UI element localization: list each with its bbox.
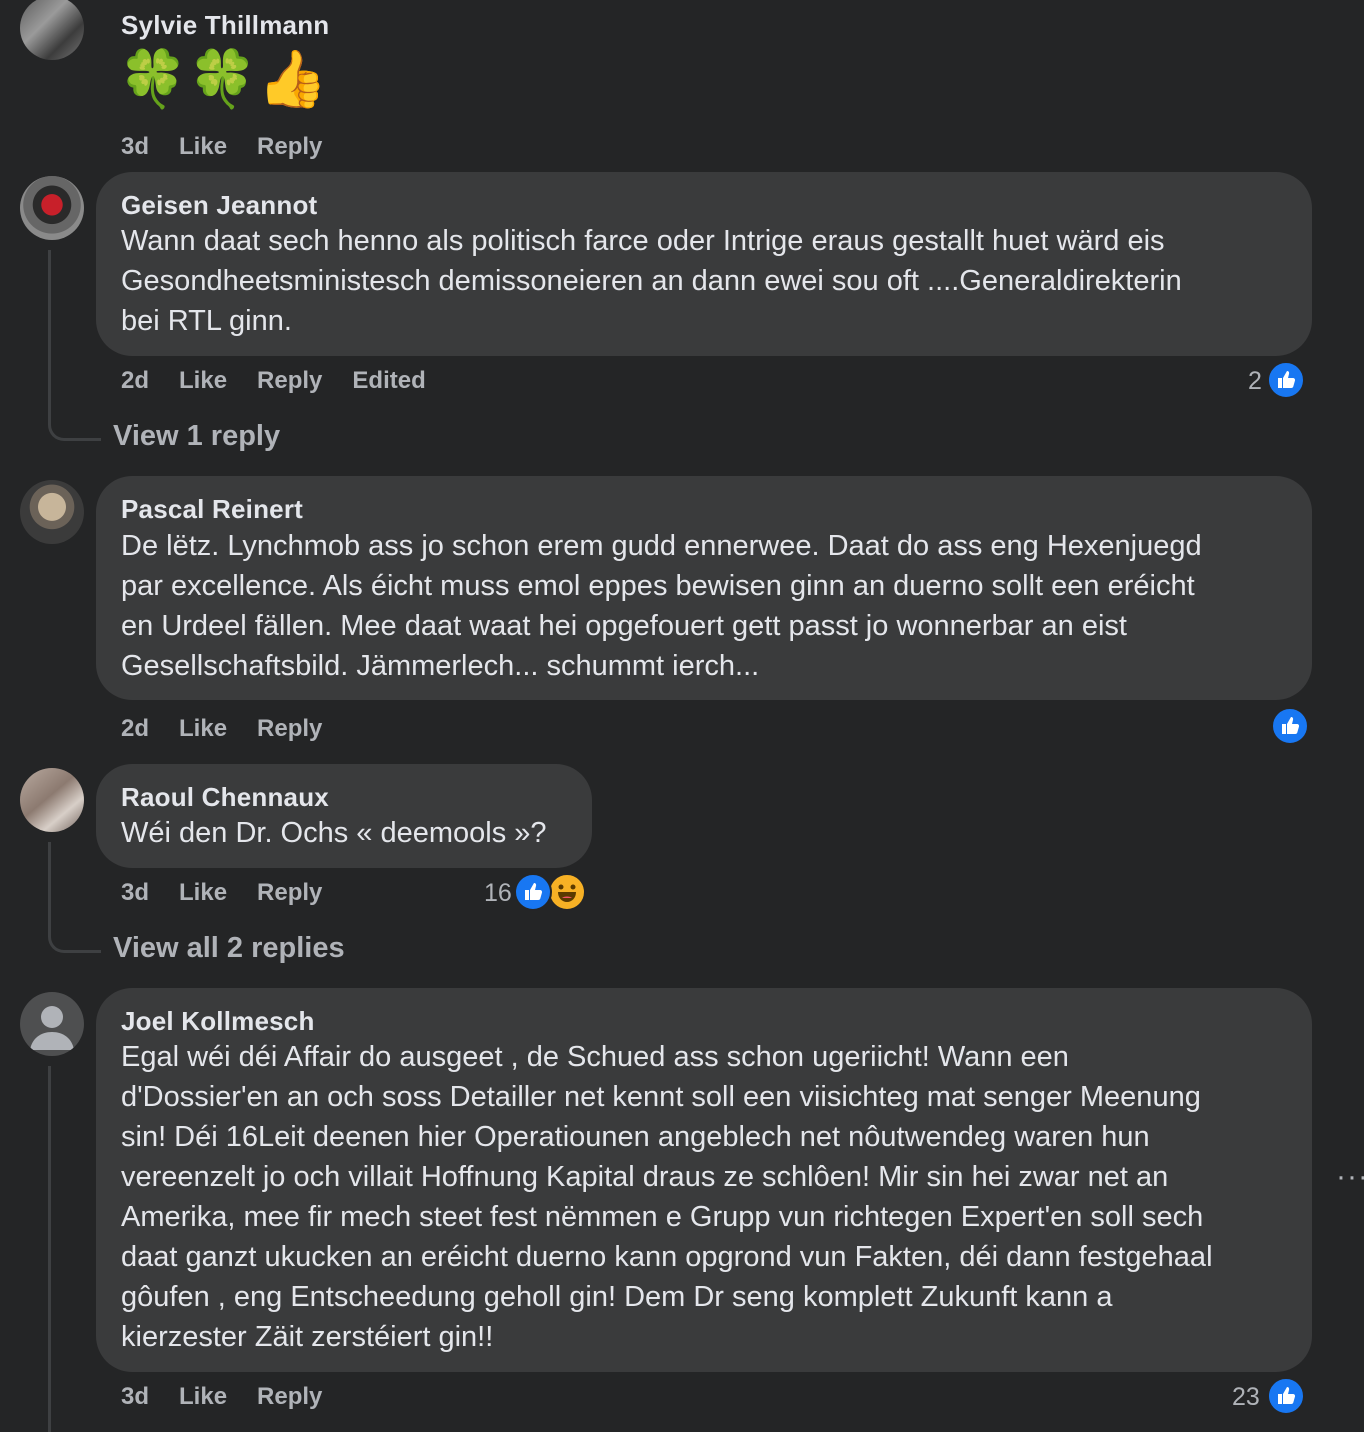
comment-actions: 3d Like Reply xyxy=(121,1383,352,1411)
comment-text: 🍀🍀👍 xyxy=(118,47,328,110)
edited-label[interactable]: Edited xyxy=(352,367,425,394)
reply-button[interactable]: Reply xyxy=(257,1383,322,1410)
comment-time[interactable]: 2d xyxy=(121,715,149,742)
comment-line: en Urdeel fällen. Mee daat waat hei opge… xyxy=(121,610,1127,642)
reply-button[interactable]: Reply xyxy=(257,879,322,906)
comment-author[interactable]: Sylvie Thillmann xyxy=(121,10,329,41)
reaction-count[interactable]: 2 xyxy=(1248,367,1262,396)
comment-time[interactable]: 3d xyxy=(121,133,149,160)
comment-text: Egal wéi déi Affair do ausgeet , de Schu… xyxy=(121,1037,1213,1357)
comment-actions: 3d Like Reply xyxy=(121,879,352,907)
comment-time[interactable]: 3d xyxy=(121,1383,149,1410)
comment-time[interactable]: 2d xyxy=(121,367,149,394)
avatar[interactable] xyxy=(20,176,84,240)
thread-line xyxy=(48,250,51,422)
reply-button[interactable]: Reply xyxy=(257,715,322,742)
comment-author[interactable]: Raoul Chennaux xyxy=(121,782,329,813)
like-icon[interactable] xyxy=(514,873,552,911)
comment-line: kierzester Zäit zerstéiert gin!! xyxy=(121,1321,494,1353)
comment-actions: 3d Like Reply xyxy=(121,133,352,161)
comment-text: De lëtz. Lynchmob ass jo schon erem gudd… xyxy=(121,526,1202,686)
view-replies-link[interactable]: View all 2 replies xyxy=(113,932,345,965)
reaction-count[interactable]: 23 xyxy=(1232,1383,1260,1412)
comment-line: daat ganzt ukucken an eréicht duerno kan… xyxy=(121,1241,1213,1273)
avatar[interactable] xyxy=(20,480,84,544)
comment-author[interactable]: Pascal Reinert xyxy=(121,494,303,525)
like-button[interactable]: Like xyxy=(179,1383,227,1410)
comment-line: Gesondheetsministesch demissoneieren an … xyxy=(121,265,1182,297)
comment-line: Wann daat sech henno als politisch farce… xyxy=(121,225,1165,257)
comment-text: Wéi den Dr. Ochs « deemools »? xyxy=(121,817,547,849)
reaction-count[interactable]: 16 xyxy=(484,879,512,908)
comment-actions: 2d Like Reply Edited xyxy=(121,367,456,395)
comment-actions: 2d Like Reply xyxy=(121,715,352,743)
comment-line: vereenzelt jo och villait Hoffnung Kapit… xyxy=(121,1161,1169,1193)
like-button[interactable]: Like xyxy=(179,367,227,394)
more-options-icon[interactable]: ··· xyxy=(1336,1160,1364,1194)
comment-line: Egal wéi déi Affair do ausgeet , de Schu… xyxy=(121,1041,1069,1073)
view-replies-link[interactable]: View 1 reply xyxy=(113,420,280,453)
like-icon[interactable] xyxy=(1271,707,1309,745)
comment-line: gôufen , eng Entscheedung geholl gin! De… xyxy=(121,1281,1113,1313)
thread-connector xyxy=(48,922,101,953)
avatar[interactable] xyxy=(20,992,84,1056)
comment-line: bei RTL ginn. xyxy=(121,305,292,337)
thread-line xyxy=(48,1066,51,1432)
reply-button[interactable]: Reply xyxy=(257,133,322,160)
avatar[interactable] xyxy=(20,0,84,60)
comment-line: d'Dossier'en an och soss Detailler net k… xyxy=(121,1081,1201,1113)
thread-connector xyxy=(48,410,101,441)
comment-line: sin! Déi 16Leit deenen hier Operatiounen… xyxy=(121,1121,1150,1153)
reply-button[interactable]: Reply xyxy=(257,367,322,394)
comment-author[interactable]: Joel Kollmesch xyxy=(121,1006,315,1037)
avatar[interactable] xyxy=(20,768,84,832)
thread-line xyxy=(48,842,51,934)
comment-line: Gesellschaftsbild. Jämmerlech... schummt… xyxy=(121,650,760,682)
like-button[interactable]: Like xyxy=(179,133,227,160)
comment-time[interactable]: 3d xyxy=(121,879,149,906)
haha-icon[interactable] xyxy=(548,873,586,911)
like-button[interactable]: Like xyxy=(179,715,227,742)
comment-line: Amerika, mee fir mech steet fest nëmmen … xyxy=(121,1201,1204,1233)
like-button[interactable]: Like xyxy=(179,879,227,906)
like-icon[interactable] xyxy=(1267,1377,1305,1415)
like-icon[interactable] xyxy=(1267,361,1305,399)
comment-line: De lëtz. Lynchmob ass jo schon erem gudd… xyxy=(121,530,1202,562)
comment-line: par excellence. Als éicht muss emol eppe… xyxy=(121,570,1195,602)
comment-text: Wann daat sech henno als politisch farce… xyxy=(121,221,1182,341)
comment-author[interactable]: Geisen Jeannot xyxy=(121,190,317,221)
